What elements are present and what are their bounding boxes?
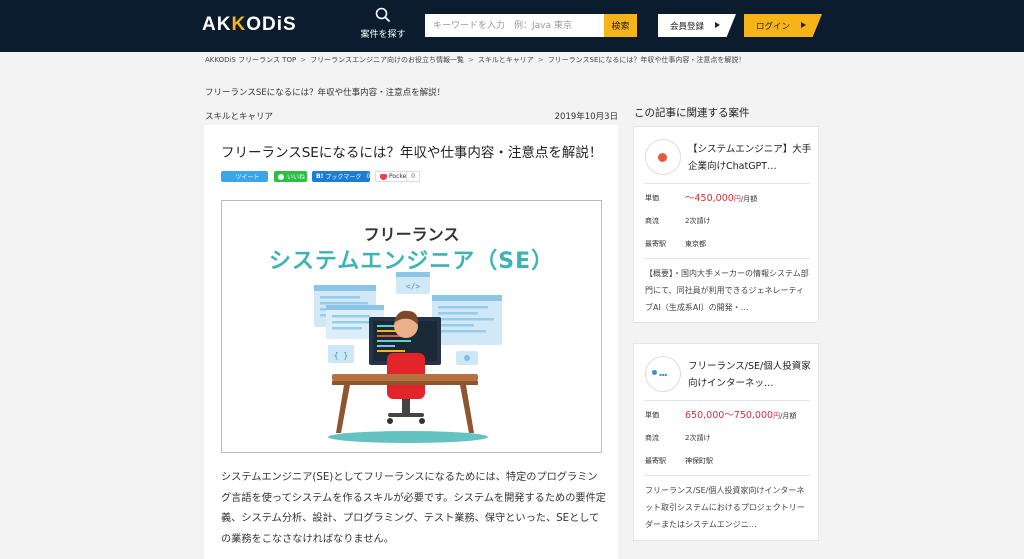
article-card: フリーランスSEになるには？年収や仕事内容・注意点を解説！ 🐦 ツイート いいね … (204, 125, 618, 559)
search-button[interactable]: 検索 (604, 14, 637, 37)
hero-line2: システムエンジニア（SE） (268, 249, 555, 274)
breadcrumb-separator: > (300, 56, 307, 64)
site-logo[interactable]: AKKODiS (202, 14, 297, 36)
svg-text:{ }: { } (334, 351, 348, 360)
line-icon (278, 173, 284, 180)
tweet-button[interactable]: 🐦 ツイート (221, 171, 268, 182)
hatena-icon: B! (316, 173, 324, 180)
article-date: 2019年10月3日 (554, 112, 618, 122)
logo-mark (658, 153, 667, 162)
article-category[interactable]: スキルとキャリア (205, 110, 273, 122)
breadcrumb-current: フリーランスSEになるには？年収や仕事内容・注意点を解説！ (547, 56, 746, 64)
station-value: 東京都 (685, 240, 706, 248)
flow-label: 商流 (645, 434, 659, 442)
price-label: 単価 (645, 194, 659, 202)
flow-value: 2次請け (685, 217, 711, 225)
breadcrumb-top[interactable]: AKKODiS フリーランス TOP (205, 56, 296, 64)
company-logo: ▪▪▪ (645, 356, 681, 392)
site-header: AKKODiS 案件を探す 検索 会員登録 ログイン (0, 0, 1024, 52)
search-nav-button[interactable]: 案件を探す (358, 7, 408, 40)
logo-wordmark: ▪▪▪ (659, 372, 668, 377)
station-label: 最寄駅 (645, 457, 666, 465)
page-headline: フリーランスSEになるには？年収や仕事内容・注意点を解説！ (205, 88, 446, 98)
breadcrumb-separator: > (467, 56, 474, 64)
divider (644, 475, 810, 476)
line-like-label: いいね (287, 174, 306, 181)
chevron-right-icon (801, 22, 806, 28)
breadcrumb-category[interactable]: スキルとキャリア (478, 56, 534, 64)
breadcrumb-articles[interactable]: フリーランスエンジニア向けのお役立ち情報一覧 (310, 56, 464, 64)
hatena-bookmark-button[interactable]: B! ブックマーク 0 (312, 171, 370, 182)
breadcrumb-separator: > (537, 56, 544, 64)
price-amount: 450,000 (694, 193, 734, 204)
article-body: システムエンジニア(SE)としてフリーランスになるためには、特定のプログラミング… (221, 472, 606, 545)
job-title[interactable]: 【システムエンジニア】大手企業向けChatGPT… (688, 141, 816, 175)
search-icon (375, 7, 391, 23)
price-amount: 650,000～750,000 (685, 410, 774, 421)
svg-text:</>: </> (406, 282, 421, 291)
price-value: 650,000～750,000円/月額 (685, 407, 796, 421)
chevron-right-icon (715, 22, 720, 28)
flow-value: 2次請け (685, 434, 711, 442)
article-title: フリーランスSEになるには？年収や仕事内容・注意点を解説！ (221, 145, 603, 161)
job-description: フリーランス/SE/個人投資家向けインターネット取引システムにおけるプロジェクト… (645, 486, 805, 529)
related-jobs-title: この記事に関連する案件 (634, 107, 750, 119)
hero-image: </> { } フリーランス システムエンジニア（SE） (221, 200, 602, 453)
hero-line1: フリーランス (363, 225, 460, 244)
divider (644, 183, 810, 184)
login-button[interactable]: ログイン (744, 14, 822, 37)
register-button[interactable]: 会員登録 (658, 14, 736, 37)
tweet-label: ツイート (235, 174, 260, 181)
pocket-count: 0 (406, 171, 420, 182)
login-button-label: ログイン (756, 21, 791, 32)
job-description: 【概要】・国内大手メーカーの情報システム部門にて、同社員が利用できるジェネレーテ… (645, 269, 809, 312)
divider (644, 400, 810, 401)
hatena-count: 0 (366, 173, 371, 180)
job-card[interactable]: 【システムエンジニア】大手企業向けChatGPT… 単価 ～450,000円/月… (633, 126, 819, 323)
keyword-search-input[interactable] (425, 14, 605, 37)
flow-label: 商流 (645, 217, 659, 225)
price-label: 単価 (645, 411, 659, 419)
pocket-icon (380, 173, 387, 180)
job-title[interactable]: フリーランス/SE/個人投資家向けインターネッ… (688, 358, 816, 392)
price-value: ～450,000円/月額 (685, 190, 757, 204)
divider (644, 258, 810, 259)
station-value: 神保町駅 (685, 457, 713, 465)
price-prefix: ～ (685, 193, 695, 204)
twitter-icon: 🐦 (225, 173, 233, 180)
register-button-label: 会員登録 (670, 21, 705, 32)
logo-mark (652, 370, 657, 375)
breadcrumb: AKKODiS フリーランス TOP > フリーランスエンジニア向けのお役立ち情報一… (205, 55, 745, 65)
hatena-label: ブックマーク (325, 174, 362, 181)
price-period: /月額 (780, 412, 797, 420)
job-card[interactable]: ▪▪▪ フリーランス/SE/個人投資家向けインターネッ… 単価 650,000～… (633, 343, 819, 541)
station-label: 最寄駅 (645, 240, 666, 248)
line-like-button[interactable]: いいね (274, 171, 307, 182)
price-unit: 円 (733, 195, 741, 203)
price-period: /月額 (740, 195, 758, 203)
search-nav-label: 案件を探す (360, 30, 406, 40)
company-logo (645, 139, 681, 175)
